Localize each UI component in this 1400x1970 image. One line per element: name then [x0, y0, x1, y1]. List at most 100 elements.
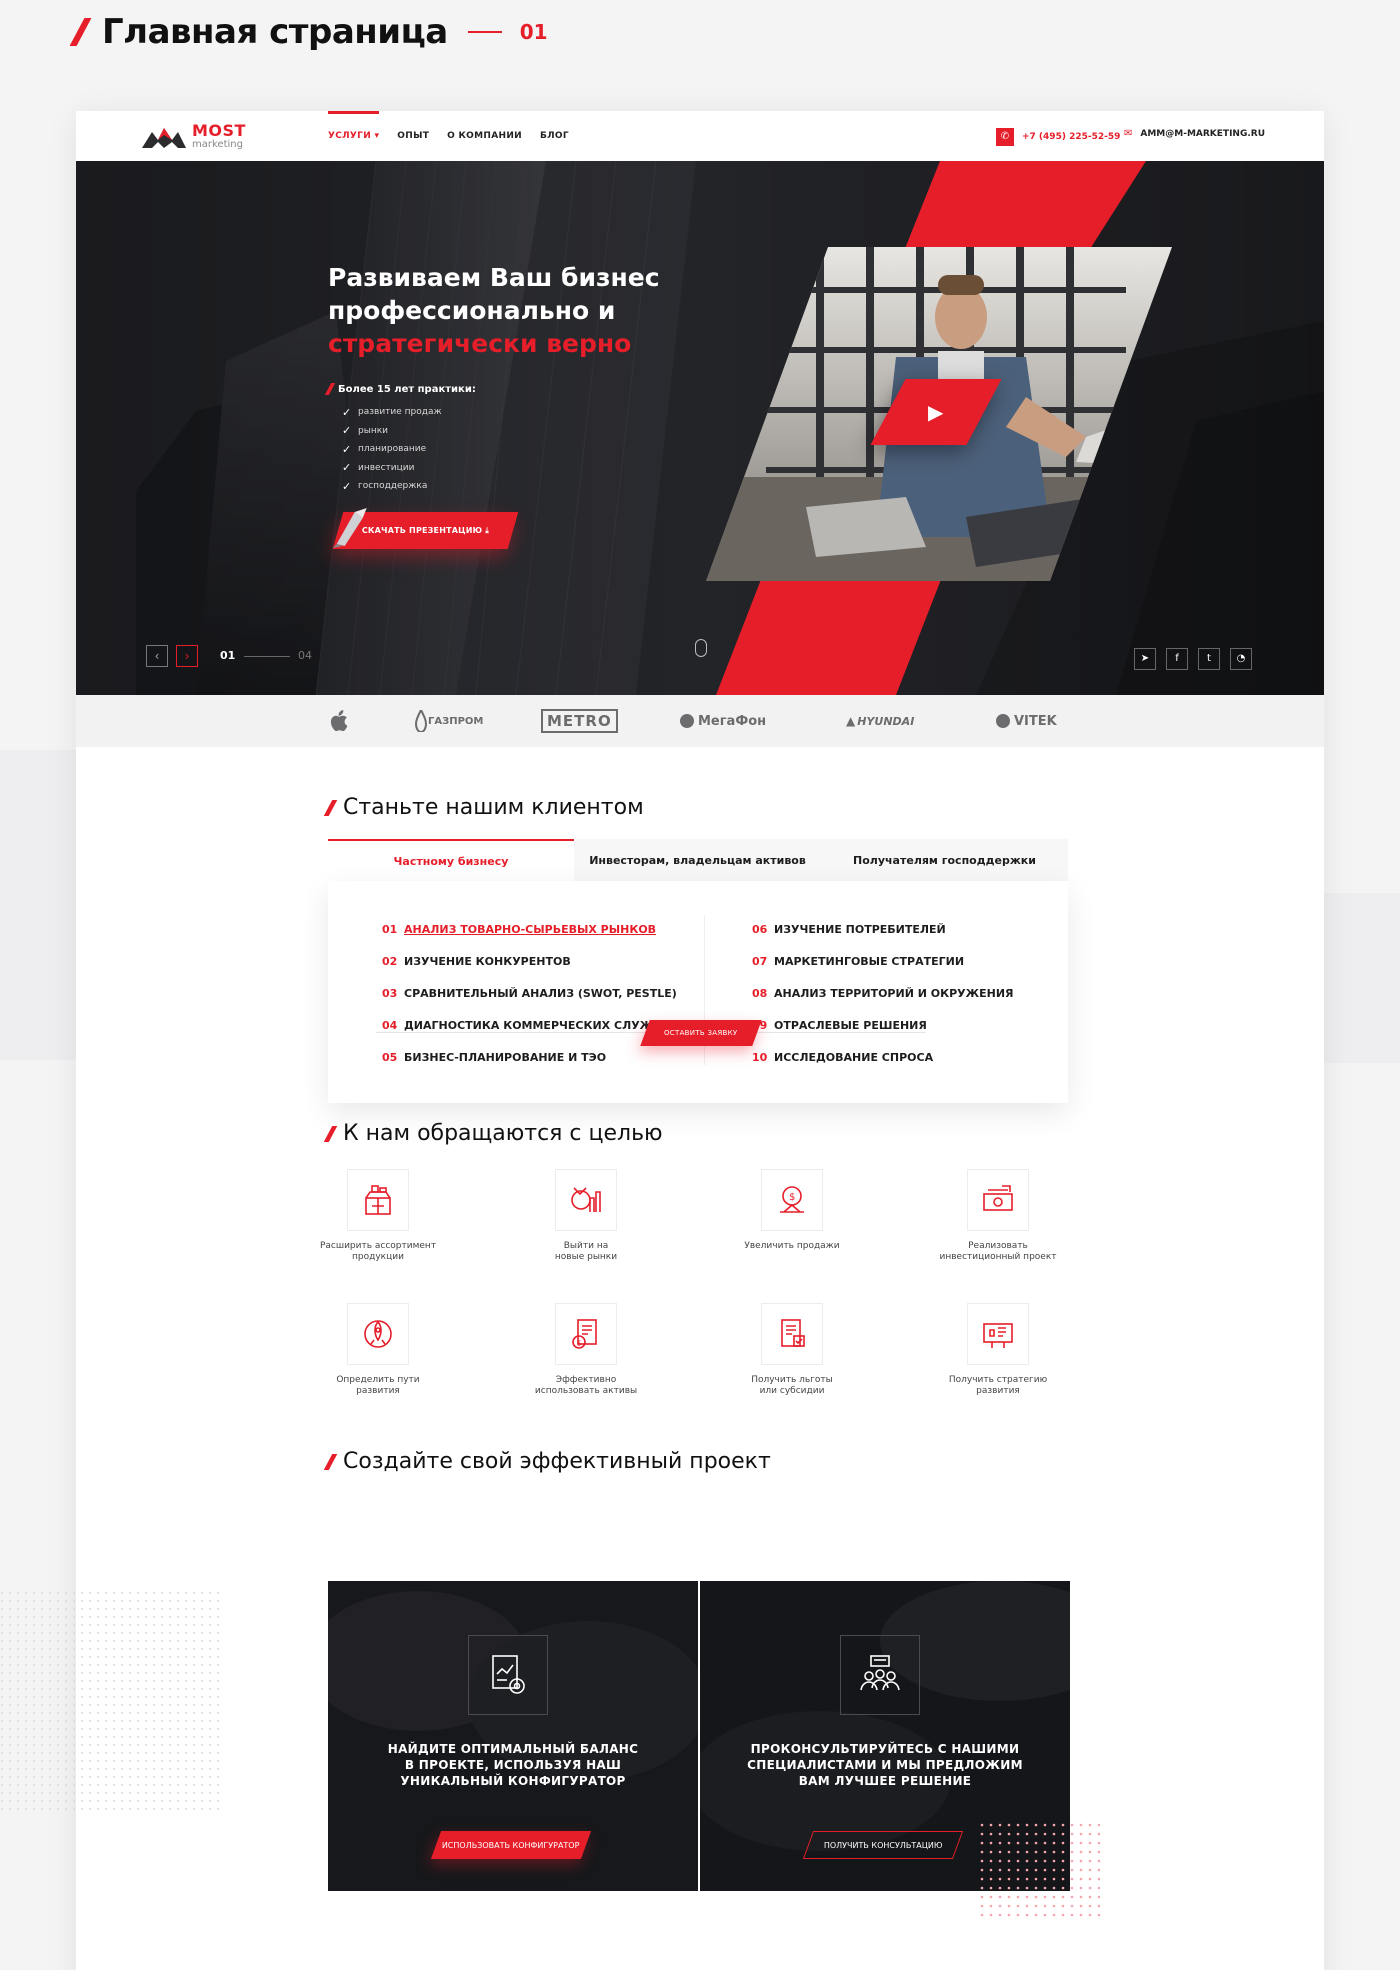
download-label: СКАЧАТЬ ПРЕЗЕНТАЦИЮ ⤓: [361, 525, 490, 535]
dot-pattern-right: [980, 1823, 1100, 1923]
goal-item[interactable]: Получить стратегию развития: [928, 1303, 1068, 1397]
goal-label-line1: Расширить ассортимент: [319, 1241, 437, 1251]
service-number: 07: [752, 954, 768, 968]
assets-document-icon: $: [555, 1303, 617, 1365]
metro-logo: METRO: [541, 695, 618, 747]
title-slash-icon: [323, 1125, 338, 1142]
download-presentation-button[interactable]: СКАЧАТЬ ПРЕЗЕНТАЦИЮ ⤓: [332, 508, 519, 549]
heading-dash: [467, 31, 502, 33]
goal-item[interactable]: $ Увеличить продажи: [722, 1169, 862, 1252]
goal-label-line1: Выйти на: [563, 1241, 609, 1251]
checklist-text: господдержка: [358, 481, 428, 492]
goal-item[interactable]: Выйти на новые рынки: [516, 1169, 656, 1263]
use-configurator-button[interactable]: ИСПОЛЬЗОВАТЬ КОНФИГУРАТОР: [430, 1831, 592, 1859]
goal-label-line1: Получить льготы: [751, 1375, 833, 1385]
gazprom-text: ГАЗПРОМ: [428, 715, 484, 727]
consultation-icon: [840, 1635, 920, 1715]
play-icon: ▶: [928, 400, 944, 424]
tab-investors[interactable]: Инвесторам, владельцам активов: [574, 839, 821, 881]
checklist-text: планирование: [358, 444, 427, 455]
get-consultation-button[interactable]: ПОЛУЧИТЬ КОНСУЛЬТАЦИЮ: [802, 1831, 964, 1859]
rocket-icon: [347, 1303, 409, 1365]
page-title: Главная страница: [102, 12, 448, 52]
phone-link[interactable]: ✆ +7 (495) 225-52-59: [996, 128, 1120, 146]
banknote-icon: [967, 1169, 1029, 1231]
service-label: АНАЛИЗ ТОВАРНО-СЫРЬЕВЫХ РЫНКОВ: [404, 922, 657, 936]
service-label: ИЗУЧЕНИЕ КОНКУРЕНТОВ: [404, 954, 571, 968]
client-tabs: Частному бизнесу Инвесторам, владельцам …: [328, 839, 1068, 881]
services-panel: 01 АНАЛИЗ ТОВАРНО-СЫРЬЕВЫХ РЫНКОВ 02 ИЗУЧЕ…: [328, 881, 1068, 1103]
service-item[interactable]: 05 БИЗНЕС-ПЛАНИРОВАНИЕ И ТЭО: [382, 1041, 677, 1073]
service-number: 04: [382, 1018, 398, 1032]
checklist-item: ✓ рынки: [342, 422, 442, 441]
service-item[interactable]: 08 АНАЛИЗ ТЕРРИТОРИЙ И ОКРУЖЕНИЯ: [752, 977, 1014, 1009]
logo[interactable]: MOST marketing: [142, 123, 246, 150]
slide-progress-line: [244, 656, 290, 657]
goal-item[interactable]: Определить пути развития: [308, 1303, 448, 1397]
slider-next-button[interactable]: ›: [176, 645, 198, 667]
service-number: 05: [382, 1050, 398, 1064]
request-label: ОСТАВИТЬ ЗАЯВКУ: [664, 1029, 738, 1037]
services-list-right: 06 ИЗУЧЕНИЕ ПОТРЕБИТЕЛЕЙ 07 МАРКЕТИНГОВЫЕ …: [752, 913, 1014, 1073]
service-number: 08: [752, 986, 768, 1000]
clients-section-title: Станьте нашим клиентом: [323, 795, 644, 820]
nav-services[interactable]: УСЛУГИ ▾: [328, 111, 380, 161]
hyundai-text: HYUNDAI: [857, 714, 915, 728]
goal-item[interactable]: Реализовать инвестиционный проект: [928, 1169, 1068, 1263]
service-item[interactable]: 02 ИЗУЧЕНИЕ КОНКУРЕНТОВ: [382, 945, 677, 977]
apple-logo-icon: [328, 695, 348, 747]
money-target-icon: $: [761, 1169, 823, 1231]
check-icon: ✓: [342, 405, 352, 419]
goal-item[interactable]: $ Эффективно использовать активы: [516, 1303, 656, 1397]
service-number: 01: [382, 922, 398, 936]
experience-label: Более 15 лет практики:: [324, 383, 476, 395]
clients-title: Станьте нашим клиентом: [343, 795, 644, 820]
svg-text:$: $: [789, 1192, 795, 1203]
metro-text: METRO: [541, 709, 618, 733]
strategy-board-icon: [967, 1303, 1029, 1365]
twitter-icon[interactable]: t: [1198, 648, 1220, 670]
experience-text: Более 15 лет практики:: [338, 383, 476, 395]
goal-label-line2: инвестиционный проект: [939, 1252, 1057, 1262]
nav-experience[interactable]: ОПЫТ: [397, 111, 429, 161]
service-number: 03: [382, 986, 398, 1000]
goal-label-line1: Получить стратегию: [948, 1375, 1048, 1385]
check-icon: ✓: [342, 479, 352, 493]
tab-private-business[interactable]: Частному бизнесу: [328, 839, 574, 881]
service-item[interactable]: 09ОТРАСЛЕВЫЕ РЕШЕНИЯ: [752, 1009, 1014, 1041]
nav-blog[interactable]: БЛОГ: [540, 111, 569, 161]
facebook-icon[interactable]: f: [1166, 648, 1188, 670]
telegram-icon[interactable]: ➤: [1134, 648, 1156, 670]
hero-checklist: ✓ развитие продаж ✓ рынки ✓ планирование ✓ и…: [342, 403, 442, 496]
service-number: 02: [382, 954, 398, 968]
email-link[interactable]: ✉ AMM@M-MARKETING.RU: [1124, 128, 1265, 139]
logo-mark-icon: [142, 126, 186, 148]
phone-icon: ✆: [996, 128, 1014, 146]
megafon-logo: МегаФон: [680, 695, 766, 747]
goal-item[interactable]: Расширить ассортимент продукции: [308, 1169, 448, 1263]
service-item[interactable]: 07 МАРКЕТИНГОВЫЕ СТРАТЕГИИ: [752, 945, 1014, 977]
nav-about[interactable]: О КОМПАНИИ: [447, 111, 522, 161]
slider-prev-button[interactable]: ‹: [146, 645, 168, 667]
goal-label-line1: Определить пути: [336, 1375, 420, 1385]
whatsapp-icon[interactable]: ◔: [1230, 648, 1252, 670]
checklist-item: ✓ планирование: [342, 440, 442, 459]
hyundai-triangle-icon: ▲: [846, 714, 856, 728]
checklist-item: ✓ инвестиции: [342, 459, 442, 478]
dot-pattern-left: [0, 1591, 220, 1811]
request-button[interactable]: ОСТАВИТЬ ЗАЯВКУ: [640, 1020, 762, 1046]
service-item[interactable]: 04 ДИАГНОСТИКА КОММЕРЧЕСКИХ СЛУЖБ: [382, 1009, 677, 1041]
tab-state-support[interactable]: Получателям господдержки: [821, 839, 1068, 881]
scroll-mouse-icon[interactable]: [695, 639, 707, 657]
service-item[interactable]: 06 ИЗУЧЕНИЕ ПОТРЕБИТЕЛЕЙ: [752, 913, 1014, 945]
service-item[interactable]: 10 ИССЛЕДОВАНИЕ СПРОСА: [752, 1041, 1014, 1073]
slide-total: 04: [298, 649, 312, 662]
check-icon: ✓: [342, 442, 352, 456]
service-item[interactable]: 01 АНАЛИЗ ТОВАРНО-СЫРЬЕВЫХ РЫНКОВ: [382, 913, 677, 945]
check-icon: ✓: [342, 424, 352, 438]
service-item[interactable]: 03 СРАВНИТЕЛЬНЫЙ АНАЛИЗ (SWOT, PESTLE): [382, 977, 677, 1009]
goal-item[interactable]: Получить льготы или субсидии: [722, 1303, 862, 1397]
mail-icon: ✉: [1124, 128, 1133, 139]
configurator-card: НАЙДИТЕ ОПТИМАЛЬНЫЙ БАЛАНС В ПРОЕКТЕ, ИС…: [328, 1581, 698, 1891]
card-text-line3: УНИКАЛЬНЫЙ КОНФИГУРАТОР: [400, 1774, 626, 1788]
